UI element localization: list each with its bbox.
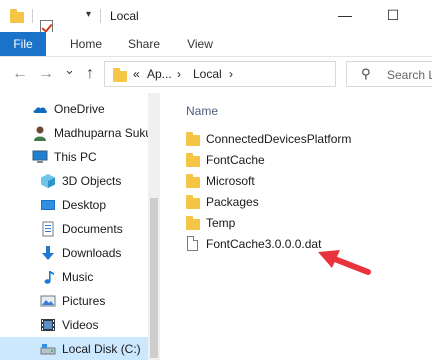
file-name: ConnectedDevicesPlatform <box>206 132 352 146</box>
forward-button[interactable]: → <box>38 65 54 83</box>
list-item[interactable]: Temp <box>186 213 386 233</box>
sidebar-item-label: Downloads <box>62 246 122 260</box>
3d-objects-icon <box>41 174 55 188</box>
onedrive-icon <box>33 107 47 113</box>
sidebar-item-local-disk[interactable]: Local Disk (C:) <box>0 337 148 360</box>
videos-icon <box>41 319 55 331</box>
folder-icon <box>186 174 200 188</box>
folder-icon <box>186 153 200 167</box>
sidebar-item-downloads[interactable]: Downloads <box>0 241 148 265</box>
folder-icon <box>186 216 200 230</box>
breadcrumb-separator[interactable]: › <box>177 67 181 81</box>
sidebar-item-label: Music <box>62 270 94 284</box>
title-bar: ▾ Local — ☐ <box>0 0 432 48</box>
sidebar-item-label: Local Disk (C:) <box>62 342 141 356</box>
column-header-name[interactable]: Name <box>186 104 218 118</box>
sidebar-item-3d-objects[interactable]: 3D Objects <box>0 169 148 193</box>
file-name: Microsoft <box>206 174 255 188</box>
tab-view[interactable]: View <box>176 32 224 56</box>
search-icon: ⚲ <box>361 66 371 81</box>
ribbon-tabs: File Home Share View <box>0 32 432 56</box>
sidebar-item-label: OneDrive <box>54 102 105 116</box>
tab-file[interactable]: File <box>0 32 46 56</box>
list-item[interactable]: Microsoft <box>186 171 386 191</box>
folder-icon <box>186 132 200 146</box>
user-icon <box>34 126 46 141</box>
maximize-button[interactable]: ☐ <box>370 0 416 32</box>
back-button[interactable]: ← <box>12 65 28 83</box>
minimize-button[interactable]: — <box>322 0 368 32</box>
sidebar-item-label: Desktop <box>62 198 107 212</box>
breadcrumb-overflow[interactable]: « <box>133 67 140 81</box>
divider <box>32 9 33 23</box>
sidebar-item-this-pc[interactable]: This PC <box>0 145 148 169</box>
search-placeholder: Search L <box>387 68 432 82</box>
sidebar-item-music[interactable]: Music <box>0 265 148 289</box>
file-list: Name ConnectedDevicesPlatform FontCache … <box>166 93 432 360</box>
breadcrumb-separator[interactable]: › <box>229 67 233 81</box>
list-item[interactable]: ConnectedDevicesPlatform <box>186 129 386 149</box>
music-icon <box>44 271 54 284</box>
window-title: Local <box>110 9 139 23</box>
sidebar-item-documents[interactable]: Documents <box>0 217 148 241</box>
folder-icon <box>113 68 127 82</box>
list-item[interactable]: FontCache <box>186 150 386 170</box>
folder-icon <box>10 9 24 23</box>
file-name: Packages <box>206 195 259 209</box>
breadcrumb-local[interactable]: Local <box>193 67 222 81</box>
desktop-icon <box>41 200 55 210</box>
list-item[interactable]: Packages <box>186 192 386 212</box>
sidebar-item-label: Madhuparna Suku <box>54 126 153 140</box>
file-name: FontCache <box>206 153 265 167</box>
recent-locations-button[interactable]: ⌄ <box>64 62 75 78</box>
annotation-arrow-icon <box>318 250 371 275</box>
downloads-icon <box>42 246 54 260</box>
folder-icon <box>186 195 200 209</box>
sidebar-item-label: Videos <box>62 318 99 332</box>
file-name: FontCache3.0.0.0.dat <box>206 237 322 251</box>
file-icon <box>187 236 198 251</box>
sidebar-scrollbar[interactable] <box>148 93 160 360</box>
sidebar-item-videos[interactable]: Videos <box>0 313 148 337</box>
customize-quick-access-icon[interactable]: ▾ <box>86 9 91 20</box>
sidebar-item-pictures[interactable]: Pictures <box>0 289 148 313</box>
sidebar-item-label: 3D Objects <box>62 174 122 188</box>
search-box[interactable]: ⚲ Search L <box>346 61 432 87</box>
address-bar[interactable]: « Ap... › Local › ⌄ ↻ <box>104 61 428 87</box>
drive-icon <box>40 344 56 355</box>
sidebar-item-label: Pictures <box>62 294 106 308</box>
pictures-icon <box>40 295 56 307</box>
tab-home[interactable]: Home <box>58 32 114 56</box>
sidebar-item-user[interactable]: Madhuparna Suku <box>0 121 152 145</box>
sidebar-item-onedrive[interactable]: OneDrive <box>0 97 148 121</box>
breadcrumb-appdata[interactable]: Ap... <box>147 67 172 81</box>
up-button[interactable]: ↑ <box>86 65 94 83</box>
navigation-pane: OneDrive Madhuparna Suku This PC 3D Obje… <box>0 93 160 360</box>
sidebar-item-label: Documents <box>62 222 123 236</box>
sidebar-item-label: This PC <box>54 150 97 164</box>
sidebar-item-desktop[interactable]: Desktop <box>0 193 148 217</box>
tab-share[interactable]: Share <box>118 32 170 56</box>
file-name: Temp <box>206 216 236 230</box>
documents-icon <box>42 221 54 237</box>
scrollbar-thumb[interactable] <box>150 198 158 358</box>
computer-icon <box>32 150 48 163</box>
divider <box>100 9 101 23</box>
